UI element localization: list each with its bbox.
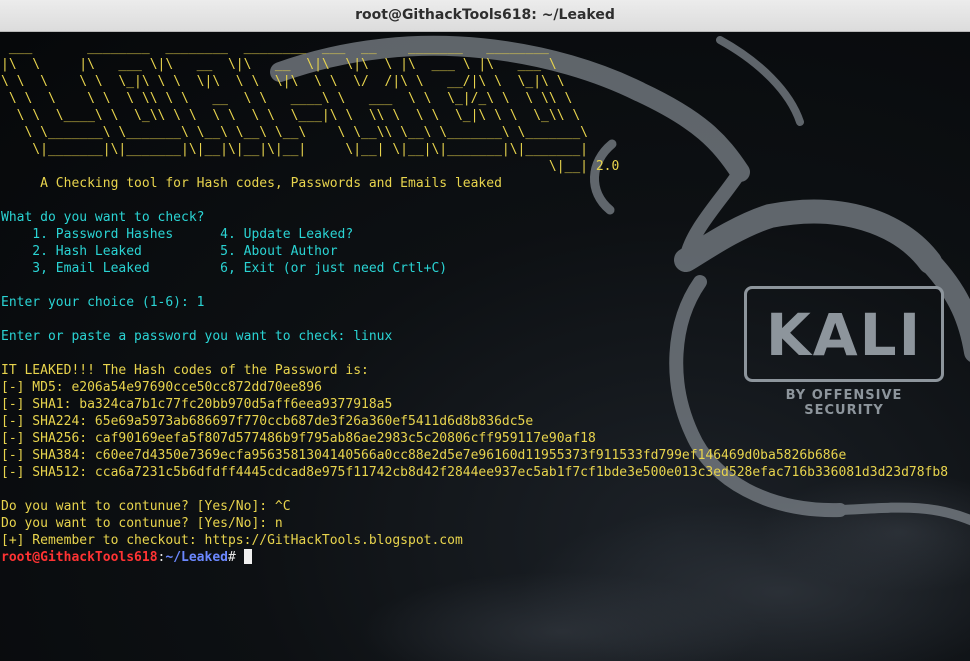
hash-line-sha256: [-] SHA256: caf90169eefa5f807d577486b9f7… xyxy=(1,431,596,446)
banner-art-line: \ \ \____\ \ \_\\ \ \ \ \ \ \ \___|\ \ \… xyxy=(1,108,581,123)
continue-prompt: Do you want to contunue? [Yes/No]: n xyxy=(1,516,283,531)
window-title: root@GithackTools618: ~/Leaked xyxy=(355,7,615,23)
banner-art-line: \|_______|\|_______|\|__|\|__|\|__| \|__… xyxy=(1,142,588,157)
banner-version-line: \|__| 2.0 xyxy=(1,159,620,174)
terminal-area[interactable]: KALI BY OFFENSIVE SECURITY ___ ________ … xyxy=(0,32,970,661)
leak-header: IT LEAKED!!! The Hash codes of the Passw… xyxy=(1,363,369,378)
hash-line-md5: [-] MD5: e206a54e97690cce50cc872dd70ee89… xyxy=(1,380,322,395)
prompt-symbol: # xyxy=(228,550,236,565)
hash-line-sha224: [-] SHA224: 65e69a5973ab686697f770ccb687… xyxy=(1,414,534,429)
shell-prompt-line[interactable]: root@GithackTools618:~/Leaked# xyxy=(1,549,970,566)
password-prompt: Enter or paste a password you want to ch… xyxy=(1,329,393,344)
remember-message: [+] Remember to checkout: https://GitHac… xyxy=(1,533,463,548)
terminal-output: ___ ________ ________ ________ ___ __ __… xyxy=(1,39,970,566)
menu-row: 2. Hash Leaked 5. About Author xyxy=(1,244,338,259)
banner-art-line: |\ \ |\ ___ \|\ __ \|\ __ \|\ \|\ \ |\ _… xyxy=(1,57,557,72)
menu-question: What do you want to check? xyxy=(1,210,205,225)
continue-prompt: Do you want to contunue? [Yes/No]: ^C xyxy=(1,499,291,514)
banner-art-line: \ \ \ \ \ \_|\ \ \ \|\ \ \ \|\ \ \ \/ /|… xyxy=(1,74,565,89)
banner-art-line: ___ ________ ________ ________ ___ __ __… xyxy=(1,40,549,55)
hash-line-sha512: [-] SHA512: cca6a7231c5b6dfdff4445cdcad8… xyxy=(1,465,949,480)
menu-row: 3, Email Leaked 6, Exit (or just need Cr… xyxy=(1,261,448,276)
banner-art-line: \ \ \ \ \ \ \\ \ \ __ \ \ ____\ \ ___ \ … xyxy=(1,91,573,106)
text-cursor[interactable] xyxy=(243,549,252,564)
prompt-user-host: root@GithackTools618 xyxy=(1,550,158,565)
window-titlebar[interactable]: root@GithackTools618: ~/Leaked xyxy=(0,0,970,32)
prompt-path: ~/Leaked xyxy=(165,550,228,565)
hash-line-sha384: [-] SHA384: c60ee7d4350e7369ecfa95635813… xyxy=(1,448,847,463)
banner-tagline: A Checking tool for Hash codes, Password… xyxy=(1,176,502,191)
menu-row: 1. Password Hashes 4. Update Leaked? xyxy=(1,227,354,242)
choice-prompt: Enter your choice (1-6): 1 xyxy=(1,295,205,310)
hash-line-sha1: [-] SHA1: ba324ca7b1c77fc20bb970d5aff6ee… xyxy=(1,397,393,412)
banner-art-line: \ \_______\ \_______\ \__\ \__\ \__\ \ \… xyxy=(1,125,588,140)
